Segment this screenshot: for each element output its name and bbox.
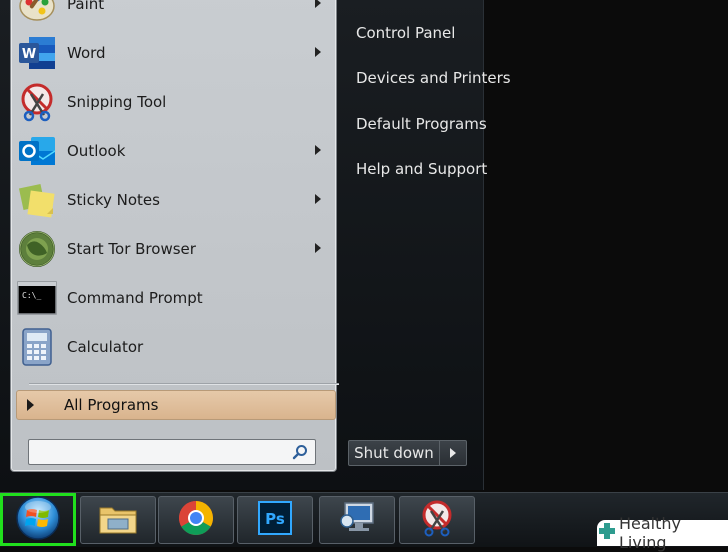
programs-pane: Paint W Word Snipping Tool Outlook Stick… xyxy=(10,0,339,472)
calculator-icon xyxy=(16,326,58,368)
paint-icon xyxy=(16,0,58,25)
program-item-snipping-tool[interactable]: Snipping Tool xyxy=(16,79,332,125)
program-label: Calculator xyxy=(67,338,144,356)
program-item-outlook[interactable]: Outlook xyxy=(16,128,332,174)
program-label: Word xyxy=(67,44,106,62)
shutdown-button[interactable]: Shut down xyxy=(348,440,440,466)
program-item-command-prompt[interactable]: C:\_ Command Prompt xyxy=(16,275,332,321)
network-computer-icon xyxy=(337,499,377,541)
all-programs-label: All Programs xyxy=(64,396,159,414)
link-help-and-support[interactable]: Help and Support xyxy=(356,160,487,178)
submenu-arrow-icon xyxy=(315,145,321,155)
expand-arrow-icon xyxy=(27,399,34,411)
command-prompt-glyph: C:\_ xyxy=(22,291,41,300)
submenu-arrow-icon xyxy=(315,194,321,204)
windows-orb-icon xyxy=(15,495,61,545)
menu-divider xyxy=(29,383,339,384)
program-label: Paint xyxy=(67,0,105,13)
shutdown-options-button[interactable] xyxy=(439,440,467,466)
link-default-programs[interactable]: Default Programs xyxy=(356,115,487,133)
photoshop-glyph: Ps xyxy=(265,510,285,528)
file-explorer-icon xyxy=(98,500,138,540)
program-label: Start Tor Browser xyxy=(67,240,196,258)
sticky-notes-icon xyxy=(16,179,58,221)
search-icon[interactable] xyxy=(292,444,308,464)
tor-browser-icon xyxy=(16,228,58,270)
healthy-living-watermark: Healthy Living xyxy=(597,514,728,552)
snipping-tool-icon xyxy=(16,81,58,123)
program-label: Command Prompt xyxy=(67,289,203,307)
start-button[interactable] xyxy=(0,493,76,546)
all-programs-button[interactable]: All Programs xyxy=(16,390,336,420)
link-devices-and-printers[interactable]: Devices and Printers xyxy=(356,69,511,87)
snipping-tool-icon xyxy=(417,499,457,541)
taskbar-network-computer[interactable] xyxy=(319,496,395,544)
taskbar-file-explorer[interactable] xyxy=(80,496,156,544)
command-prompt-icon: C:\_ xyxy=(16,277,58,319)
submenu-arrow-icon xyxy=(315,0,321,8)
start-search-box[interactable] xyxy=(28,439,316,465)
program-label: Outlook xyxy=(67,142,126,160)
photoshop-icon: Ps xyxy=(258,501,292,539)
watermark-label: Healthy Living xyxy=(619,514,682,552)
program-label: Snipping Tool xyxy=(67,93,167,111)
program-item-paint[interactable]: Paint xyxy=(16,0,332,27)
taskbar-chrome[interactable] xyxy=(158,496,234,544)
submenu-arrow-icon xyxy=(315,47,321,57)
start-search-input[interactable] xyxy=(33,442,287,462)
outlook-icon xyxy=(16,130,58,172)
svg-text:W: W xyxy=(22,47,36,62)
program-item-word[interactable]: W Word xyxy=(16,30,332,76)
taskbar-snipping-tool[interactable] xyxy=(399,496,475,544)
program-label: Sticky Notes xyxy=(67,191,160,209)
program-item-calculator[interactable]: Calculator xyxy=(16,324,332,370)
word-icon: W xyxy=(16,32,58,74)
link-control-panel[interactable]: Control Panel xyxy=(356,24,455,42)
plus-icon xyxy=(597,521,617,545)
submenu-arrow-icon xyxy=(315,243,321,253)
chrome-icon xyxy=(177,499,215,541)
program-item-tor-browser[interactable]: Start Tor Browser xyxy=(16,226,332,272)
taskbar-photoshop[interactable]: Ps xyxy=(237,496,313,544)
program-item-sticky-notes[interactable]: Sticky Notes xyxy=(16,177,332,223)
